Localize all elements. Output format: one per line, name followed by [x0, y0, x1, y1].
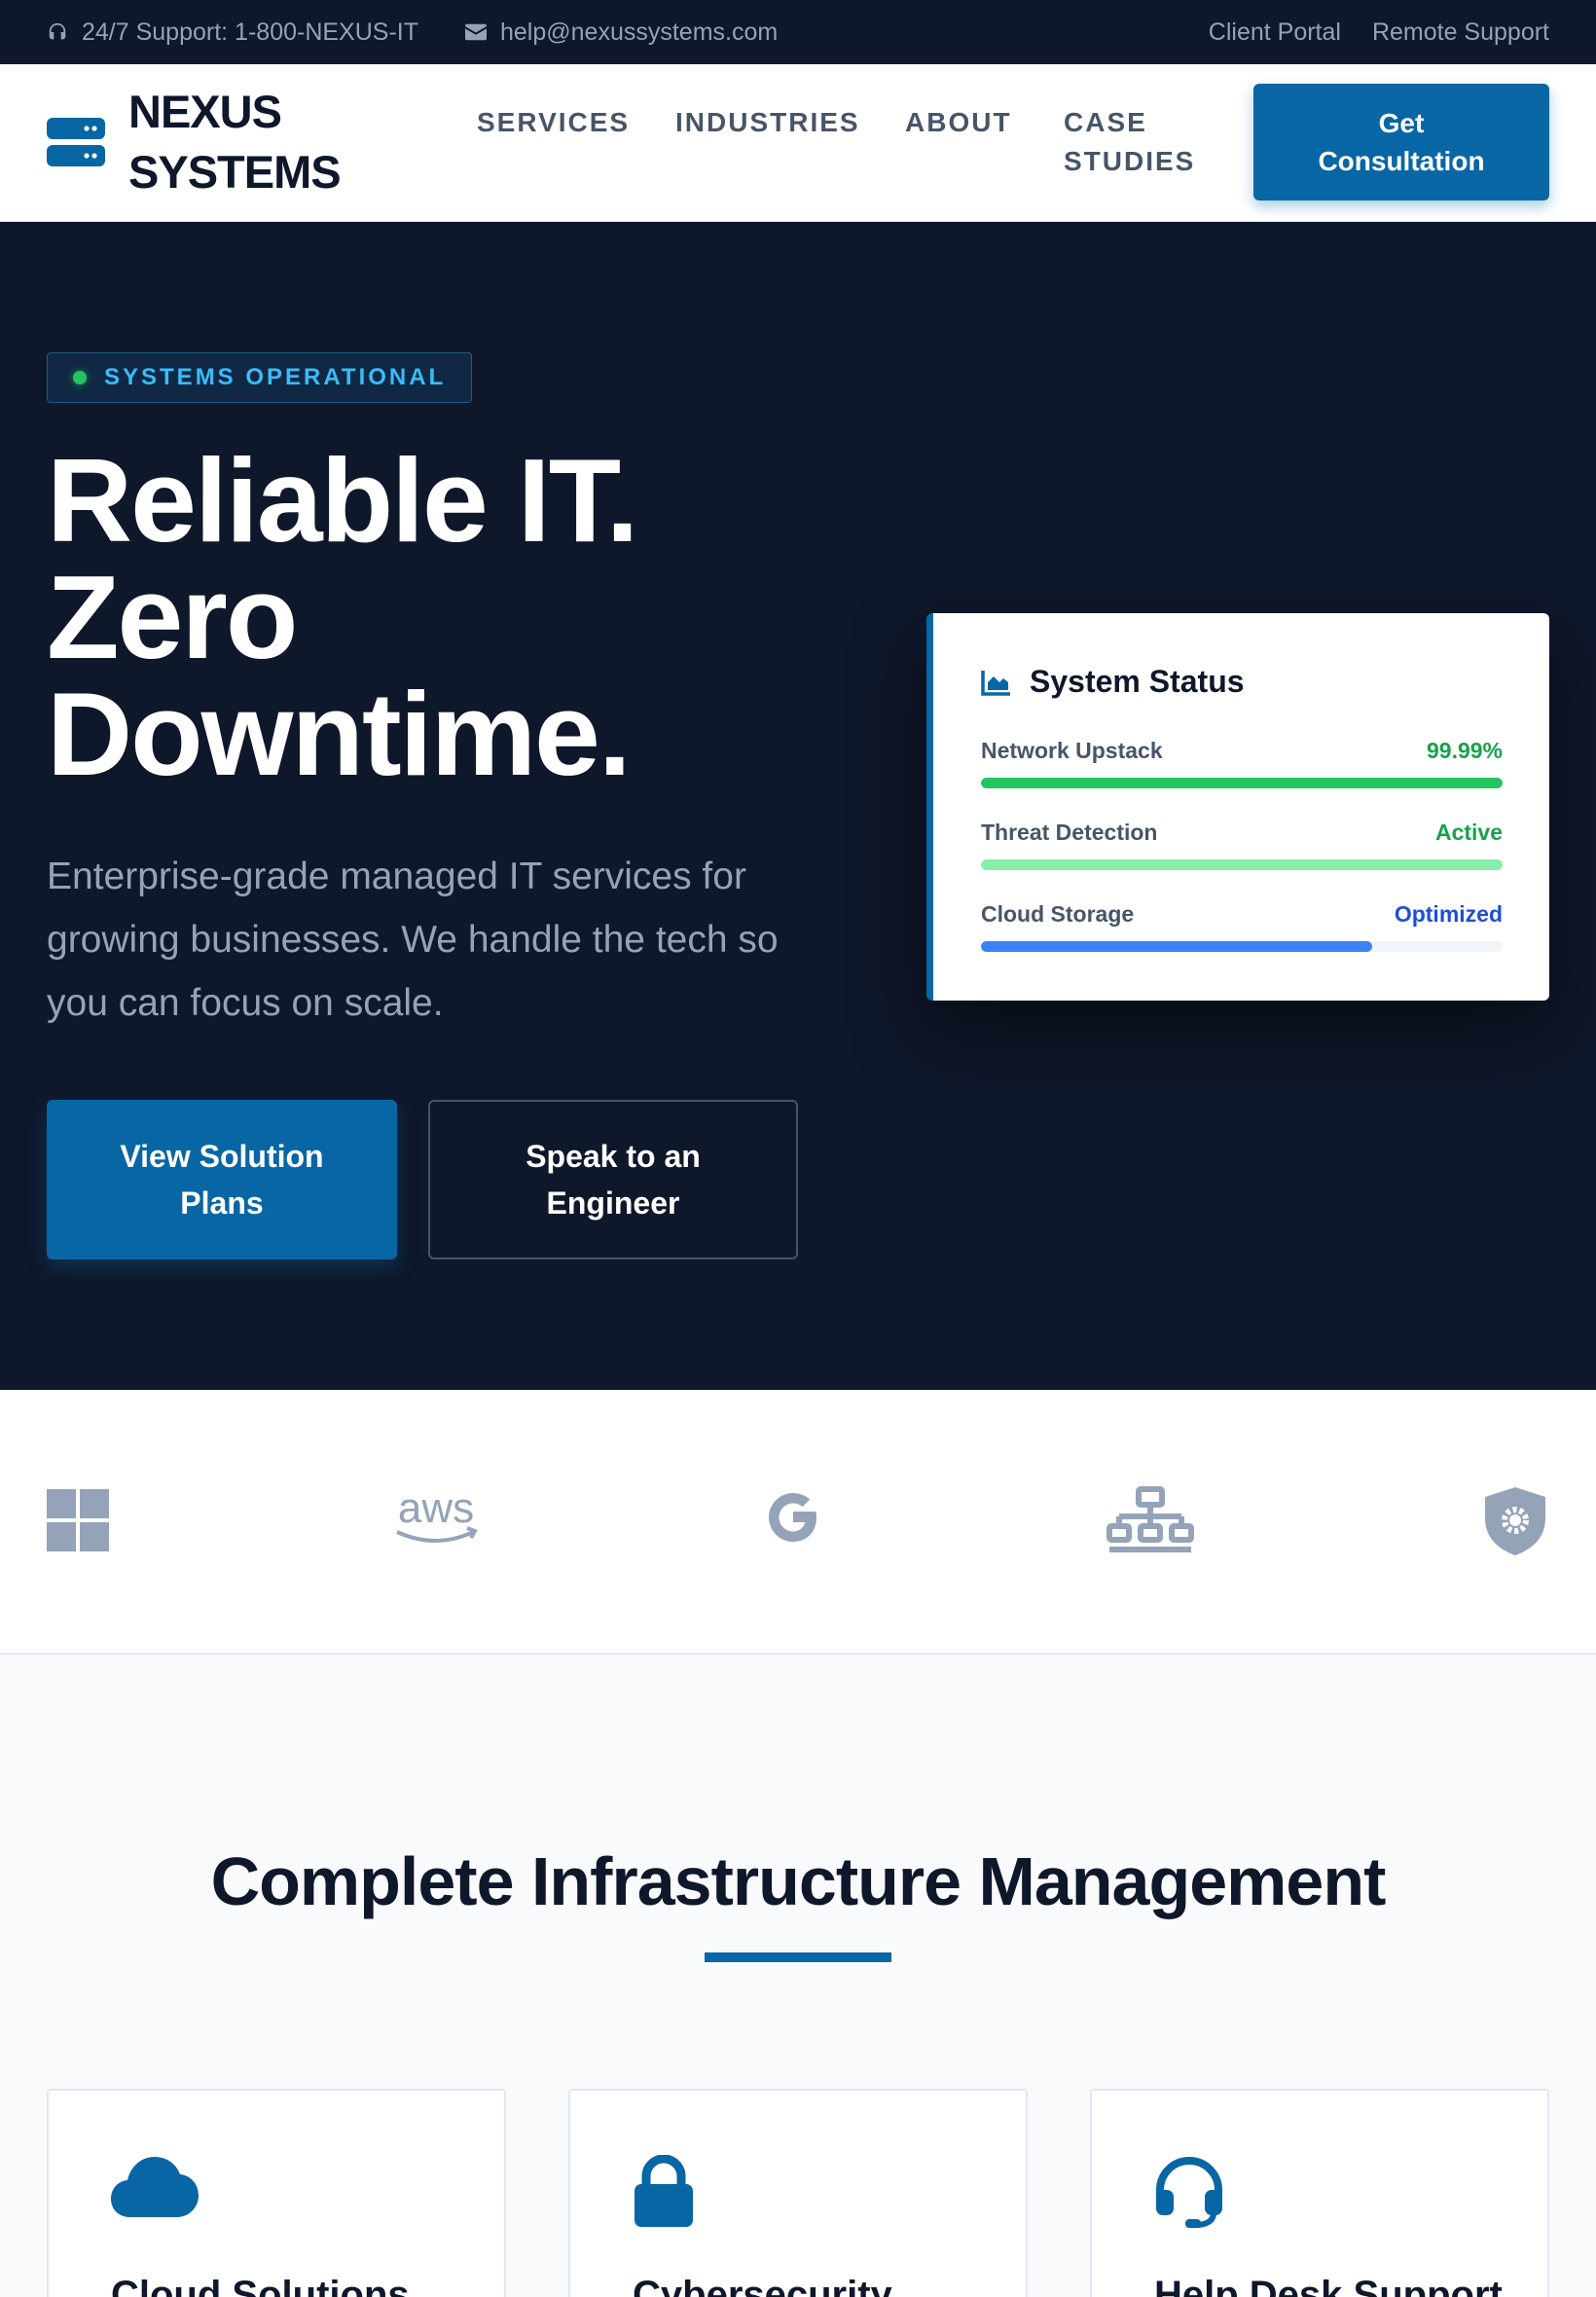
system-status-card: System Status Network Upstack 99.99% Thr…	[926, 613, 1549, 1001]
service-card-title: Help Desk Support	[1154, 2274, 1503, 2297]
nav-services[interactable]: SERVICES	[477, 103, 630, 142]
headset-icon	[1156, 2157, 1222, 2228]
support-phone[interactable]: 24/7 Support: 1-800-NEXUS-IT	[47, 18, 418, 47]
main-navbar: NEXUS SYSTEMS SERVICES INDUSTRIES ABOUT …	[0, 64, 1596, 222]
network-icon	[1106, 1486, 1194, 1552]
hero-title: Reliable IT. Zero Downtime.	[47, 434, 639, 800]
top-bar: 24/7 Support: 1-800-NEXUS-IT help@nexuss…	[0, 0, 1596, 64]
service-card-helpdesk[interactable]: Help Desk Support	[1090, 2089, 1549, 2297]
status-card-title: System Status	[1030, 664, 1245, 699]
lock-icon	[635, 2155, 693, 2227]
nav-industries[interactable]: INDUSTRIES	[675, 103, 860, 142]
support-phone-text: 24/7 Support: 1-800-NEXUS-IT	[82, 18, 418, 46]
status-row-storage: Cloud Storage Optimized	[981, 901, 1503, 952]
service-card-security[interactable]: Cybersecurity	[568, 2089, 1028, 2297]
service-card-title: Cybersecurity	[633, 2274, 892, 2297]
support-email-text: help@nexussystems.com	[500, 18, 779, 46]
status-value: 99.99%	[1426, 738, 1503, 763]
status-label: Threat Detection	[981, 820, 1158, 845]
get-consultation-button[interactable]: Get Consultation	[1253, 84, 1549, 201]
envelope-icon	[465, 23, 487, 41]
nav-about[interactable]: ABOUT	[905, 103, 1012, 142]
headset-icon	[49, 22, 66, 40]
support-email[interactable]: help@nexussystems.com	[465, 18, 778, 47]
shield-gear-icon	[1485, 1487, 1545, 1555]
status-value: Active	[1434, 820, 1503, 845]
service-card-cloud[interactable]: Cloud Solutions	[47, 2089, 506, 2297]
windows-logo-icon	[47, 1489, 109, 1551]
brand-logo[interactable]: NEXUS SYSTEMS	[47, 82, 342, 202]
status-row-threat: Threat Detection Active	[981, 820, 1503, 870]
hero-subtitle: Enterprise-grade managed IT services for…	[47, 856, 779, 1024]
section-title: Complete Infrastructure Management	[210, 1843, 1387, 1919]
aws-logo-icon: aws	[396, 1484, 478, 1543]
status-progress-bar	[981, 941, 1372, 952]
nav-case-studies[interactable]: CASE STUDIES	[1064, 103, 1195, 181]
status-label: Network Upstack	[981, 738, 1163, 763]
server-stack-icon	[47, 118, 105, 166]
remote-support-link[interactable]: Remote Support	[1372, 18, 1549, 47]
google-logo-icon	[769, 1493, 816, 1542]
hero-section: SYSTEMS OPERATIONAL Reliable IT. Zero Do…	[0, 222, 1596, 1390]
area-chart-icon	[981, 670, 1010, 696]
status-badge: SYSTEMS OPERATIONAL	[47, 352, 473, 403]
svg-text:aws: aws	[398, 1484, 474, 1532]
status-label: Cloud Storage	[981, 901, 1135, 927]
status-progress-bar	[981, 778, 1503, 788]
status-progress-bar	[981, 859, 1503, 870]
speak-to-engineer-button[interactable]: Speak to an Engineer	[428, 1100, 798, 1259]
client-portal-link[interactable]: Client Portal	[1209, 18, 1341, 47]
title-underline	[705, 1952, 891, 1962]
view-solution-plans-button[interactable]: View Solution Plans	[47, 1100, 397, 1259]
partner-logos: aws	[0, 1390, 1596, 1655]
status-dot-icon	[73, 371, 87, 384]
brand-name: NEXUS SYSTEMS	[128, 86, 342, 198]
cloud-icon	[111, 2157, 199, 2217]
status-value: Optimized	[1394, 901, 1503, 927]
status-row-network: Network Upstack 99.99%	[981, 738, 1503, 788]
service-card-title: Cloud Solutions	[111, 2274, 410, 2297]
